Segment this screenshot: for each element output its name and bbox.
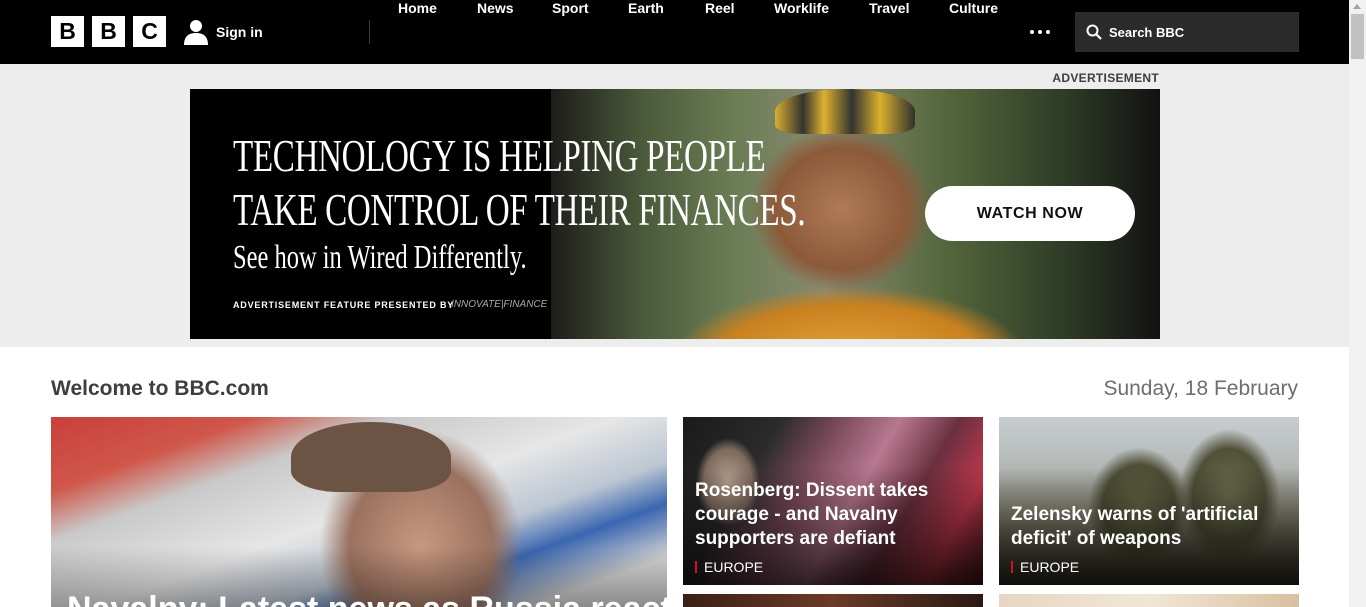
sign-in-link[interactable]: Sign in (184, 18, 263, 46)
ad-feature-text: ADVERTISEMENT FEATURE PRESENTED BY (233, 300, 455, 310)
nav-earth[interactable]: Earth (628, 0, 664, 64)
story-card[interactable]: Zelensky warns of 'artificial deficit' o… (999, 417, 1299, 585)
story-card-title[interactable]: Rosenberg: Dissent takes courage - and N… (695, 479, 975, 551)
sign-in-label: Sign in (216, 24, 263, 40)
story-card-tag[interactable]: EUROPE (695, 559, 763, 575)
tag-accent-bar (695, 561, 697, 573)
advertisement-section: ADVERTISEMENT TECHNOLOGY IS HELPING PEOP… (0, 64, 1349, 347)
ad-photo-headband (775, 89, 915, 134)
top-navigation-bar: B B C Sign in Home News Sport Earth Reel… (0, 0, 1349, 64)
hero-story-card[interactable]: Navalny: Latest news as Russia reacts (51, 417, 667, 607)
bbc-logo[interactable]: B B C (51, 16, 174, 47)
scroll-thumb[interactable] (1351, 14, 1364, 59)
ad-headline: TECHNOLOGY IS HELPING PEOPLE TAKE CONTRO… (233, 129, 806, 237)
ad-banner[interactable]: TECHNOLOGY IS HELPING PEOPLE TAKE CONTRO… (190, 89, 1160, 339)
nav-reel[interactable]: Reel (705, 0, 735, 64)
search-placeholder: Search BBC (1109, 24, 1185, 40)
advertisement-label: ADVERTISEMENT (1052, 71, 1159, 85)
scroll-up-arrow-icon[interactable] (1353, 4, 1361, 9)
hero-photo-detail (291, 422, 451, 492)
search-bar[interactable]: Search BBC (1075, 12, 1299, 52)
nav-culture[interactable]: Culture (949, 0, 998, 64)
nav-sport[interactable]: Sport (552, 0, 589, 64)
watch-now-button[interactable]: WATCH NOW (925, 186, 1135, 241)
search-icon (1086, 24, 1102, 40)
nav-travel[interactable]: Travel (869, 0, 909, 64)
story-card-tag-label: EUROPE (1020, 559, 1080, 575)
logo-letter-b2: B (92, 16, 125, 47)
page-scrollbar[interactable] (1349, 0, 1366, 607)
ad-subline: See how in Wired Differently. (233, 239, 527, 276)
hero-story-title[interactable]: Navalny: Latest news as Russia reacts (67, 590, 667, 607)
ad-headline-line1: TECHNOLOGY IS HELPING PEOPLE (233, 130, 766, 181)
story-card-next-image[interactable] (683, 594, 983, 607)
logo-letter-b1: B (51, 16, 84, 47)
nav-divider (369, 20, 370, 44)
nav-home[interactable]: Home (398, 0, 437, 64)
ad-headline-line2: TAKE CONTROL OF THEIR FINANCES. (233, 184, 806, 235)
story-card-title[interactable]: Zelensky warns of 'artificial deficit' o… (1011, 503, 1291, 551)
ad-sponsor-logo: INNOVATE|FINANCE (451, 299, 548, 310)
user-icon (184, 20, 208, 45)
story-card[interactable]: Rosenberg: Dissent takes courage - and N… (683, 417, 983, 585)
story-card-tag-label: EUROPE (704, 559, 764, 575)
logo-letter-c: C (133, 16, 166, 47)
story-card-tag[interactable]: EUROPE (1011, 559, 1079, 575)
story-card-next-image[interactable] (999, 594, 1299, 607)
more-dots-icon[interactable] (1030, 30, 1054, 34)
tag-accent-bar (1011, 561, 1013, 573)
nav-news[interactable]: News (477, 0, 514, 64)
welcome-heading: Welcome to BBC.com (51, 377, 269, 400)
current-date: Sunday, 18 February (1103, 377, 1298, 400)
nav-worklife[interactable]: Worklife (774, 0, 829, 64)
